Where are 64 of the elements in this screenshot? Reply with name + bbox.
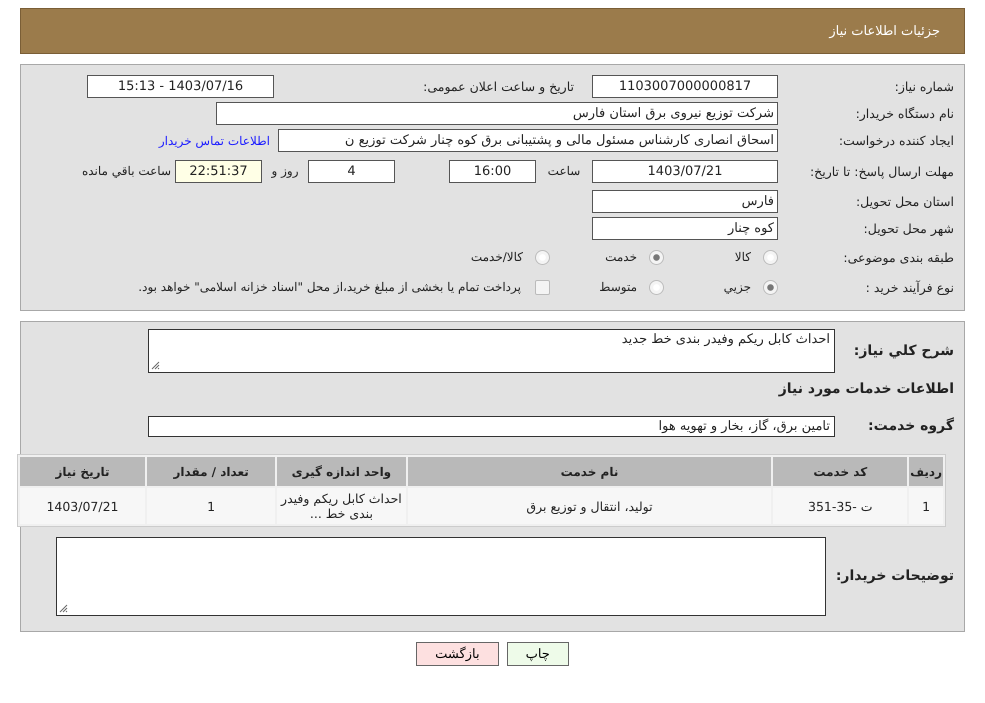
checkbox[interactable]	[535, 280, 550, 294]
deadline-date-field: 1403/07/21	[592, 160, 778, 182]
field-label: توضيحات خريدار:	[834, 568, 954, 584]
radio-button[interactable]	[535, 250, 550, 264]
column-header: نام خدمت	[408, 457, 772, 486]
table-cell: 1	[909, 488, 943, 524]
field-label: شهر محل تحویل:	[862, 221, 954, 236]
deadline-time-field: 16:00	[449, 160, 536, 182]
city-field: کوه چنار	[592, 217, 778, 240]
radio-label: کالا/خدمت	[470, 250, 523, 264]
radio-button[interactable]	[763, 280, 778, 294]
radio-option[interactable]: خدمت	[554, 250, 664, 264]
field-label: گروه خدمت:	[867, 418, 954, 434]
need-number-field: 1103007000000817	[592, 75, 778, 98]
days-label: روز و	[270, 164, 300, 178]
buyer-notes-field[interactable]	[56, 536, 826, 616]
description-field[interactable]: احداث کابل ریکم وفیدر بندی خط جدید	[148, 329, 835, 373]
time-label: ساعت	[546, 164, 582, 178]
announce-date-field: 1403/07/16 - 15:13	[87, 75, 274, 98]
table-cell: ت -35-351	[773, 488, 908, 524]
page-header: جزئیات اطلاعات نیاز	[20, 8, 965, 54]
radio-button[interactable]	[649, 250, 664, 264]
table-cell: 1	[146, 488, 276, 524]
column-header: رديف	[909, 457, 943, 486]
field-label: طبقه بندی موضوعی:	[842, 250, 954, 264]
province-field: فارس	[592, 190, 778, 213]
field-label: نام دستگاه خریدار:	[854, 106, 954, 121]
service-group-field: تامين برق، گاز، بخار و تهويه هوا	[148, 416, 835, 436]
field-label: استان محل تحویل:	[854, 194, 954, 209]
back-button[interactable]: بازگشت	[416, 642, 499, 666]
remaining-time-field: 22:51:37	[175, 160, 262, 182]
radio-option[interactable]: متوسط	[554, 280, 664, 294]
radio-option[interactable]: کالا/خدمت	[440, 250, 550, 264]
treasury-note: پرداخت تمام یا بخشی از مبلغ خرید،از محل "اسناد خزانه اسلامی" خواهد بود.	[138, 280, 521, 294]
radio-label: کالا	[734, 250, 751, 264]
field-label: شماره نیاز:	[894, 79, 954, 94]
days-field: 4	[308, 160, 395, 182]
field-label: مهلت ارسال پاسخ: تا تاریخ:	[808, 164, 954, 178]
table-cell: توليد، انتقال و توزيع برق	[408, 488, 772, 524]
table-cell: احداث کابل ریکم وفیدر بندی خط ...	[277, 488, 406, 524]
buyer-field: شرکت توزیع نیروی برق استان فارس	[216, 102, 778, 125]
column-header: کد خدمت	[773, 457, 908, 486]
field-label: ایجاد کننده درخواست:	[838, 133, 954, 148]
resize-grip-icon[interactable]	[59, 604, 68, 612]
radio-label: جزيي	[724, 280, 751, 294]
buyer-contact-link[interactable]: اطلاعات تماس خریدار	[158, 134, 270, 148]
column-header: واحد اندازه گيری	[277, 457, 406, 486]
section-heading: اطلاعات خدمات مورد نياز	[777, 381, 954, 397]
radio-button[interactable]	[649, 280, 664, 294]
column-header: تعداد / مقدار	[146, 457, 276, 486]
field-label: نوع فرآیند خرید :	[864, 280, 954, 294]
radio-option[interactable]: جزيي	[668, 280, 778, 294]
radio-option[interactable]: کالا	[668, 250, 778, 264]
table-cell: 1403/07/21	[20, 488, 145, 524]
column-header: تاريخ نياز	[20, 457, 145, 486]
field-label: تاریخ و ساعت اعلان عمومی:	[422, 79, 575, 94]
creator-field: اسحاق انصاری کارشناس مسئول مالی و پشتیبانی برق کوه چنار شرکت توزیع ن	[278, 129, 778, 152]
resize-grip-icon[interactable]	[151, 361, 160, 370]
radio-label: خدمت	[605, 250, 637, 264]
print-button[interactable]: چاپ	[506, 642, 569, 666]
field-label: شرح کلي نياز:	[852, 343, 954, 359]
radio-button[interactable]	[763, 250, 778, 264]
remaining-label: ساعت باقي مانده	[82, 164, 171, 178]
radio-label: متوسط	[599, 280, 637, 294]
